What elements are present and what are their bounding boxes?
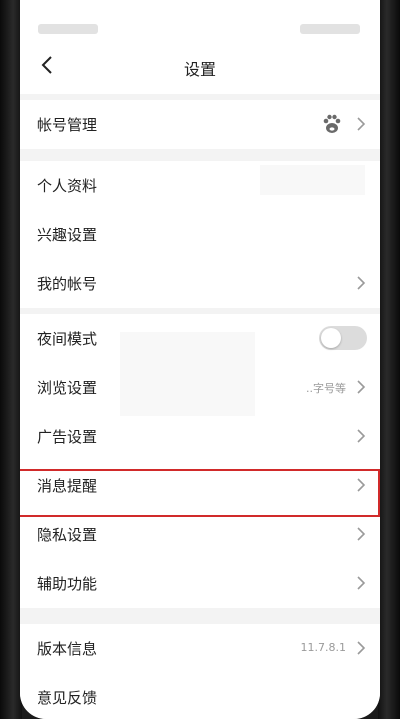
toggle-knob (321, 328, 341, 348)
phone-frame: 设置 帐号管理 个人资料 兴趣设置 我的帐号 夜间模式 浏览设置 ..字号等 广… (0, 0, 400, 719)
blurred-region (120, 332, 255, 416)
top-bar: 设置 (20, 38, 380, 94)
status-right-icons (300, 24, 360, 34)
row-account-management[interactable]: 帐号管理 (20, 100, 380, 149)
row-label: 兴趣设置 (37, 226, 98, 244)
blurred-region (260, 165, 365, 195)
phone-bezel-right (378, 0, 400, 719)
status-bar (20, 0, 380, 38)
row-label: 帐号管理 (37, 116, 98, 134)
about-group: 版本信息 11.7.8.1 意见反馈 (20, 624, 380, 719)
chevron-right-icon (357, 117, 366, 131)
row-accessibility[interactable]: 辅助功能 (20, 559, 380, 608)
row-label: 我的帐号 (37, 275, 98, 293)
chevron-right-icon (357, 429, 366, 443)
row-label: 辅助功能 (37, 575, 98, 593)
night-mode-toggle[interactable] (319, 326, 367, 350)
chevron-right-icon (357, 527, 366, 541)
chevron-right-icon (357, 276, 366, 290)
chevron-right-icon (357, 380, 366, 394)
row-privacy-settings[interactable]: 隐私设置 (20, 510, 380, 559)
page-title: 设置 (183, 60, 216, 79)
row-version-info[interactable]: 版本信息 11.7.8.1 (20, 624, 380, 673)
row-label: 广告设置 (37, 428, 98, 446)
version-value: 11.7.8.1 (300, 641, 346, 654)
row-label: 版本信息 (37, 640, 98, 658)
account-group: 帐号管理 (20, 100, 380, 149)
row-label: 消息提醒 (37, 477, 98, 495)
phone-bezel-left (0, 0, 22, 719)
row-message-notifications[interactable]: 消息提醒 (20, 461, 380, 510)
chevron-right-icon (357, 576, 366, 590)
row-label: 个人资料 (37, 177, 98, 195)
row-label: 浏览设置 (37, 379, 98, 397)
row-label: 意见反馈 (37, 689, 98, 707)
row-ad-settings[interactable]: 广告设置 (20, 412, 380, 461)
row-label: 隐私设置 (37, 526, 98, 544)
browse-settings-value: ..字号等 (306, 382, 346, 395)
preferences-group: 夜间模式 浏览设置 ..字号等 广告设置 消息提醒 隐私设置 辅助功能 (20, 314, 380, 608)
row-label: 夜间模式 (37, 330, 98, 348)
chevron-right-icon (357, 641, 366, 655)
row-feedback[interactable]: 意见反馈 (20, 673, 380, 719)
status-left-text (38, 24, 98, 34)
profile-group: 个人资料 兴趣设置 我的帐号 (20, 161, 380, 308)
settings-screen: 设置 帐号管理 个人资料 兴趣设置 我的帐号 夜间模式 浏览设置 ..字号等 广… (20, 0, 380, 719)
chevron-right-icon (357, 478, 366, 492)
baidu-paw-icon (323, 114, 341, 133)
row-my-account[interactable]: 我的帐号 (20, 259, 380, 308)
row-interest-settings[interactable]: 兴趣设置 (20, 210, 380, 259)
